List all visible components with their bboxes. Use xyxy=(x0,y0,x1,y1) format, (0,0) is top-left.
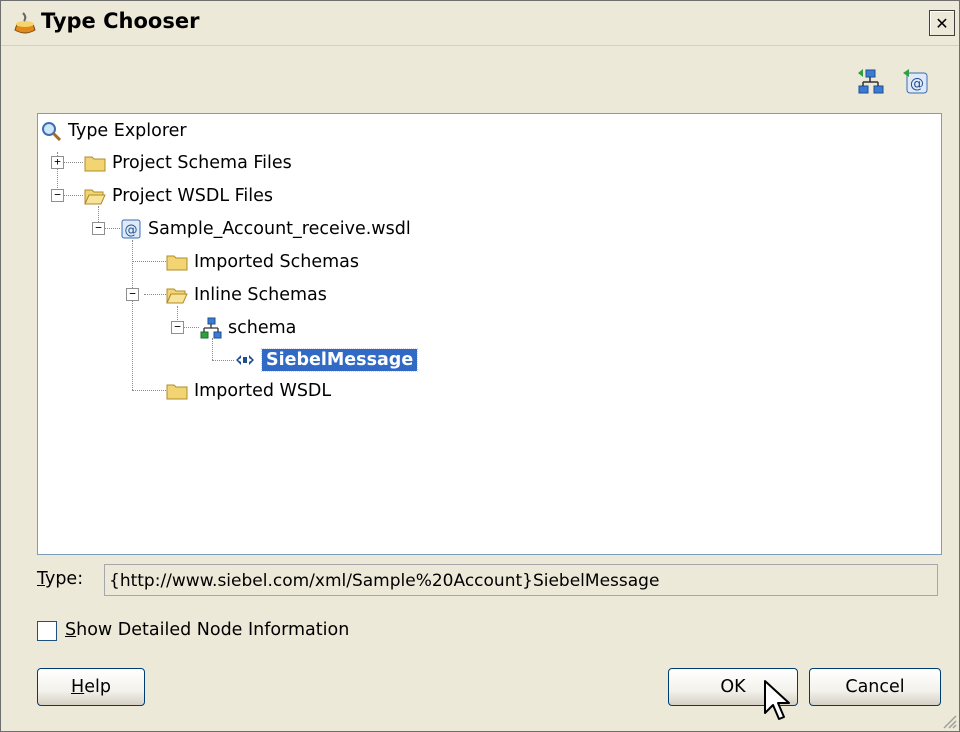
close-icon: ✕ xyxy=(935,13,949,33)
cancel-button[interactable]: Cancel xyxy=(809,668,941,706)
tree-label-imported-schemas: Imported Schemas xyxy=(194,252,359,272)
tree-node-type-explorer[interactable]: Type Explorer xyxy=(40,116,187,146)
element-icon xyxy=(236,355,254,365)
show-detailed-node-info-label[interactable]: Show Detailed Node Information xyxy=(65,620,349,640)
tree-node-wsdl-file[interactable]: @ Sample_Account_receive.wsdl xyxy=(120,214,411,244)
folder-open-icon xyxy=(166,288,188,304)
app-icon xyxy=(14,12,36,34)
tree-node-imported-wsdl[interactable]: Imported WSDL xyxy=(166,376,331,406)
tree-node-imported-schemas[interactable]: Imported Schemas xyxy=(166,247,359,277)
tree-node-project-wsdl-files[interactable]: Project WSDL Files xyxy=(84,181,273,211)
close-button[interactable]: ✕ xyxy=(929,10,955,36)
tree-label-type-explorer: Type Explorer xyxy=(68,121,187,141)
folder-open-icon xyxy=(84,189,106,205)
show-detailed-node-info-checkbox[interactable] xyxy=(37,621,57,641)
svg-text:@: @ xyxy=(910,76,924,92)
folder-closed-icon xyxy=(166,384,188,400)
type-field[interactable]: {http://www.siebel.com/xml/Sample%20Acco… xyxy=(104,564,938,596)
schema-icon xyxy=(200,317,222,339)
collapse-toggle-schema[interactable]: − xyxy=(171,321,184,334)
tree-node-project-schema-files[interactable]: Project Schema Files xyxy=(84,148,292,178)
wsdl-file-icon: @ xyxy=(121,219,141,239)
tree-label-wsdl-file: Sample_Account_receive.wsdl xyxy=(148,219,411,239)
collapse-toggle-wsdl-file[interactable]: − xyxy=(92,222,105,235)
expand-toggle-project-schema-files[interactable]: + xyxy=(51,156,64,169)
mouse-pointer-icon xyxy=(764,680,790,720)
collapse-toggle-project-wsdl-files[interactable]: − xyxy=(51,189,64,202)
import-schema-icon[interactable] xyxy=(856,67,886,97)
type-label: Type: xyxy=(37,569,84,589)
import-wsdl-icon[interactable]: @ xyxy=(901,67,931,97)
tree-node-siebel-message[interactable]: SiebelMessage xyxy=(234,345,419,375)
collapse-toggle-inline-schemas[interactable]: − xyxy=(126,288,139,301)
tree-label-inline-schemas: Inline Schemas xyxy=(194,285,327,305)
tree-node-schema[interactable]: schema xyxy=(200,313,296,343)
resize-grip-icon[interactable] xyxy=(941,713,957,729)
help-button[interactable]: Help xyxy=(37,668,145,706)
tree-label-project-schema-files: Project Schema Files xyxy=(112,153,292,173)
magnifier-icon xyxy=(42,122,62,142)
tree-node-inline-schemas[interactable]: Inline Schemas xyxy=(166,280,327,310)
tree-label-schema: schema xyxy=(228,318,297,338)
tree-label-siebel-message: SiebelMessage xyxy=(260,348,419,372)
tree-label-imported-wsdl: Imported WSDL xyxy=(194,381,332,401)
tree-label-project-wsdl-files: Project WSDL Files xyxy=(112,186,274,206)
window-title: Type Chooser xyxy=(41,9,200,33)
type-chooser-dialog: Type Chooser ✕ @ + − − − − Type Explorer… xyxy=(0,0,960,732)
folder-closed-icon xyxy=(84,156,106,172)
svg-text:@: @ xyxy=(125,223,138,238)
folder-closed-icon xyxy=(166,255,188,271)
title-bar[interactable]: Type Chooser ✕ xyxy=(1,1,959,46)
type-explorer-tree[interactable]: + − − − − Type Explorer Project Schema F… xyxy=(37,113,942,555)
